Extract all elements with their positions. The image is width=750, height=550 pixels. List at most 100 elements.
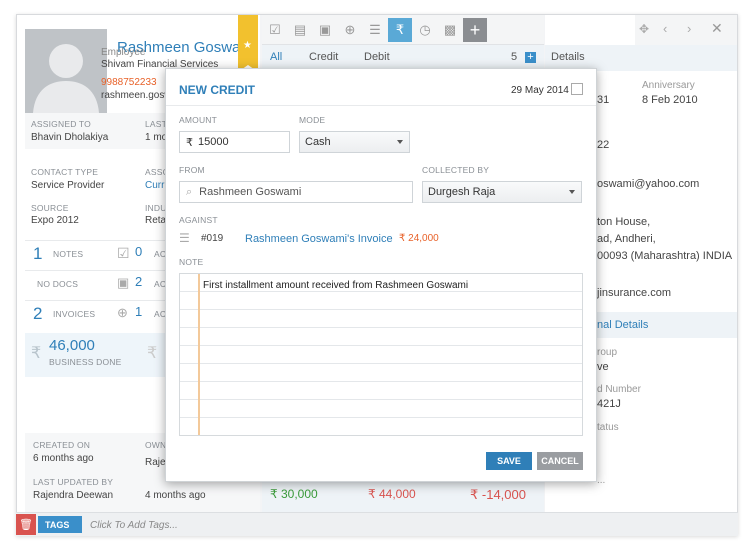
chevron-down-icon: [569, 190, 575, 194]
invoices-count[interactable]: 2: [33, 304, 42, 324]
globe-icon[interactable]: ⊕: [338, 18, 362, 42]
star-icon: ★: [243, 40, 252, 51]
from-value: Rashmeen Goswami: [199, 186, 302, 198]
add-transaction-icon[interactable]: +: [525, 52, 536, 63]
divider: [25, 270, 173, 271]
search-icon: ⌕: [186, 185, 193, 198]
notes-count[interactable]: 1: [33, 244, 42, 264]
against-label: AGAINST: [179, 215, 218, 225]
briefcase-icon[interactable]: ▣: [313, 18, 337, 42]
note-textarea[interactable]: First installment amount received from R…: [179, 273, 583, 436]
total-balance: ₹ -14,000: [470, 487, 526, 502]
last-updated-by-label: LAST UPDATED BY: [33, 477, 114, 487]
last-contact-value: 1 mo: [145, 132, 168, 143]
mode-label: MODE: [299, 115, 326, 125]
tab-credit[interactable]: Credit: [309, 51, 338, 63]
tags-label: TAGS: [38, 516, 82, 533]
divider: [25, 240, 173, 241]
associated-value[interactable]: Curr: [145, 180, 164, 191]
chevron-left-icon[interactable]: ‹: [663, 21, 667, 36]
calendar-icon[interactable]: [571, 83, 583, 95]
list-icon[interactable]: ☰: [363, 18, 387, 42]
amount-currency: ₹: [186, 136, 193, 149]
mode-select[interactable]: Cash: [299, 131, 410, 153]
from-input[interactable]: ⌕ Rashmeen Goswami: [179, 181, 413, 203]
invoices-label[interactable]: INVOICES: [53, 309, 95, 319]
notes-icon: ☑: [117, 245, 130, 261]
save-button[interactable]: SAVE: [486, 452, 532, 470]
amount-label: AMOUNT: [179, 115, 218, 125]
profile-email[interactable]: rashmeen.gosw: [101, 90, 172, 101]
note-margin-line: [198, 274, 200, 435]
cancel-button[interactable]: CANCEL: [537, 452, 583, 470]
invoices-side-count: 1: [135, 304, 143, 319]
collected-by-select[interactable]: Durgesh Raja: [422, 181, 582, 203]
profile-phone[interactable]: 9988752233: [101, 77, 157, 88]
website-value[interactable]: jinsurance.com: [597, 287, 671, 299]
checkbox-icon[interactable]: ☑: [263, 18, 287, 42]
trash-icon[interactable]: 🗑: [16, 514, 36, 535]
comment-icon[interactable]: ▩: [438, 18, 462, 42]
group-label: roup: [597, 347, 618, 358]
move-icon[interactable]: ✥: [639, 22, 649, 36]
invoice-number: #019: [201, 233, 224, 244]
globe-icon: ⊕: [117, 305, 128, 320]
address-line-3: 00093 (Maharashtra) INDIA: [597, 250, 733, 262]
note-label: NOTE: [179, 257, 204, 267]
email-value[interactable]: oswami@yahoo.com: [597, 178, 699, 190]
add-icon[interactable]: +: [463, 18, 487, 42]
clock-icon[interactable]: ◷: [413, 18, 437, 42]
chevron-right-icon[interactable]: ›: [687, 21, 691, 36]
phone-value: 22: [597, 139, 610, 151]
invoice-link[interactable]: Rashmeen Goswami's Invoice: [245, 233, 393, 245]
notes-label[interactable]: NOTES: [53, 249, 83, 259]
personal-details-title[interactable]: nal Details: [597, 319, 648, 331]
from-label: FROM: [179, 165, 205, 175]
group-value: ve: [597, 361, 609, 373]
docs-side-count: 2: [135, 274, 143, 289]
assigned-to-value: Bhavin Dholakiya: [31, 132, 109, 143]
tags-input[interactable]: Click To Add Tags...: [90, 520, 178, 531]
source-value: Expo 2012: [31, 215, 79, 226]
tab-debit[interactable]: Debit: [364, 51, 390, 63]
amount-value: 15000: [198, 136, 229, 148]
total-debit: ₹ 44,000: [368, 487, 416, 501]
created-on-label: CREATED ON: [33, 440, 91, 450]
business-label: BUSINESS DONE: [49, 357, 122, 367]
anniversary-value: 8 Feb 2010: [642, 94, 698, 106]
dialog-title: NEW CREDIT: [179, 83, 255, 97]
credit-date[interactable]: 29 May 2014: [511, 85, 569, 96]
amount-input[interactable]: ₹ 15000: [179, 131, 290, 153]
close-icon[interactable]: ✕: [711, 20, 723, 37]
briefcase-icon: ▣: [117, 275, 130, 290]
source-label: SOURCE: [31, 203, 69, 213]
invoice-icon: ☰: [179, 231, 190, 245]
anniversary-label: Anniversary: [642, 80, 695, 91]
divider: [166, 105, 596, 106]
docs-label[interactable]: NO DOCS: [37, 279, 78, 289]
created-on-value: 6 months ago: [33, 453, 94, 464]
number-value: 421J: [597, 398, 621, 410]
favorite-pin[interactable]: ★: [238, 15, 258, 72]
rupee-icon[interactable]: ₹: [388, 18, 412, 42]
last-contact-label: LAST: [145, 119, 168, 129]
last-updated-on-value: 4 months ago: [145, 490, 206, 501]
note-text: First installment amount received from R…: [203, 280, 469, 291]
collected-by-label: COLLECTED BY: [422, 165, 490, 175]
total-credit: ₹ 30,000: [270, 487, 318, 501]
details-title: Details: [551, 51, 585, 63]
contact-type-label: CONTACT TYPE: [31, 167, 99, 177]
business-rupee-icon-secondary: ₹: [147, 345, 158, 362]
window-nav: ✥ ‹ › ✕: [635, 15, 737, 45]
avatar: [25, 29, 107, 113]
business-value: 46,000: [49, 337, 95, 354]
business-rupee-icon: ₹: [31, 345, 42, 362]
details-overflow: ...: [597, 475, 606, 486]
profile-role: Employee: [101, 47, 146, 58]
document-icon[interactable]: ▤: [288, 18, 312, 42]
tab-all[interactable]: All: [270, 51, 282, 63]
notes-side-count: 0: [135, 244, 143, 259]
tags-bar: 🗑 TAGS Click To Add Tags...: [16, 512, 738, 536]
contact-type-value: Service Provider: [31, 180, 105, 191]
number-label: d Number: [597, 384, 641, 395]
